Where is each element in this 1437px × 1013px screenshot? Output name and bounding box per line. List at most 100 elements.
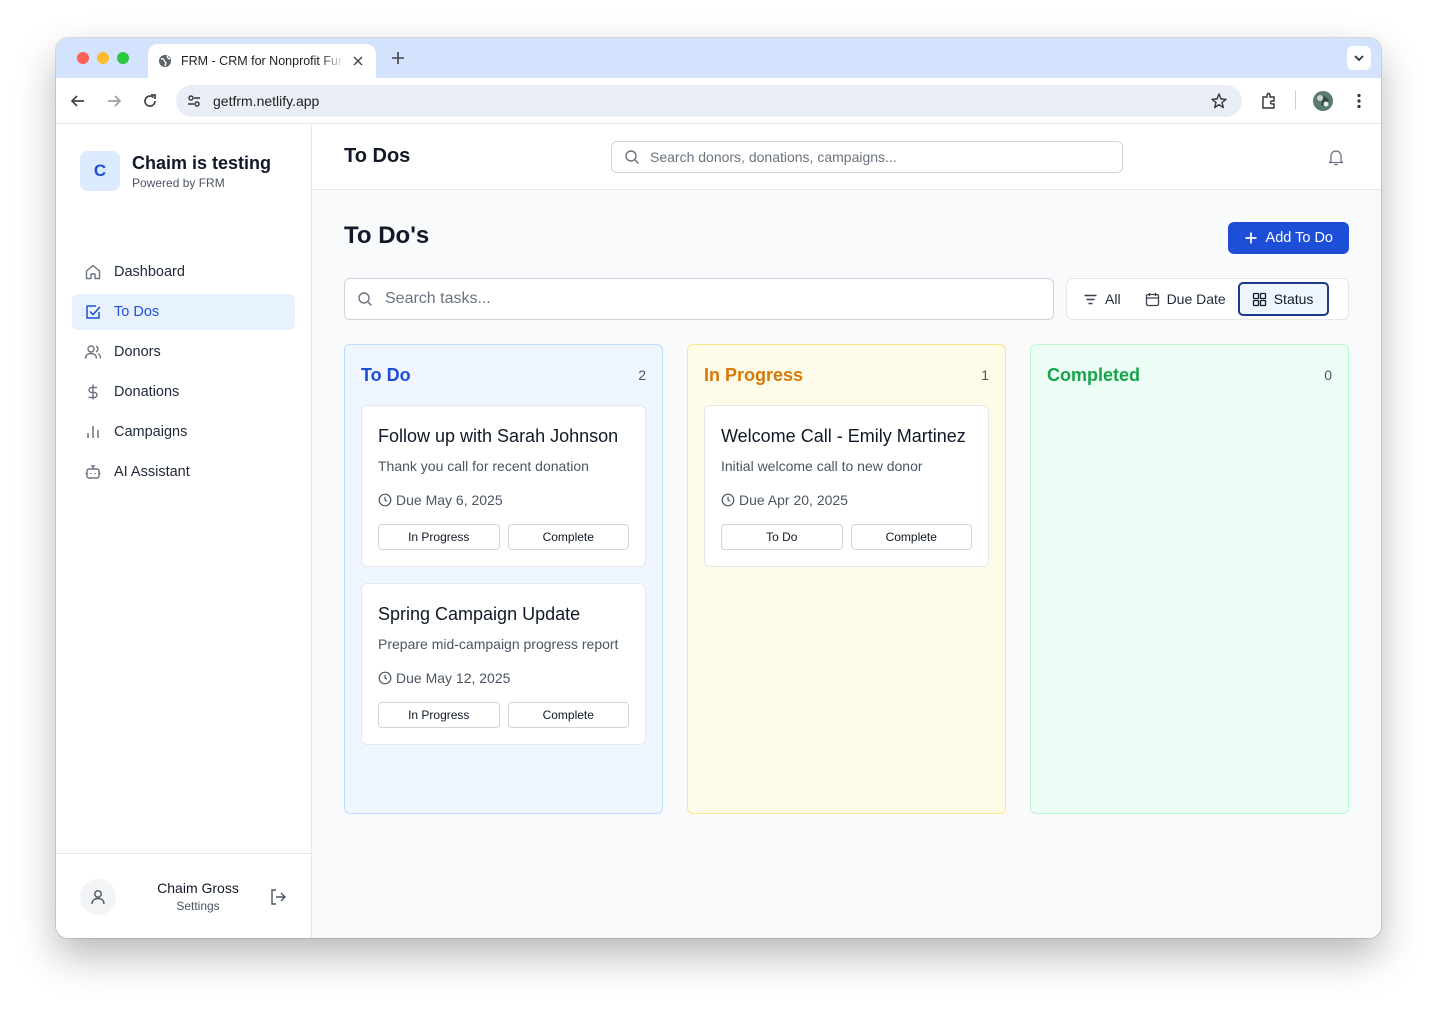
reload-icon[interactable] [141,92,159,110]
global-search-input[interactable] [650,149,1110,165]
task-due: Due Apr 20, 2025 [721,492,972,508]
logout-icon[interactable] [268,887,288,907]
sidebar-item-ai-assistant[interactable]: AI Assistant [72,454,295,490]
filter-due-date-label: Due Date [1166,291,1226,307]
task-card[interactable]: Spring Campaign Update Prepare mid-campa… [361,583,646,745]
complete-button[interactable]: Complete [850,524,972,550]
task-due-text: Due May 6, 2025 [396,492,503,508]
sidebar-item-donors[interactable]: Donors [72,334,295,370]
app: C Chaim is testing Powered by FRM Dashbo… [56,124,1381,938]
sidebar-item-label: To Dos [114,304,160,320]
task-title: Follow up with Sarah Johnson [378,426,619,446]
org-name: Chaim is testing [132,153,272,173]
task-search[interactable] [344,278,1054,320]
sidebar-item-label: Dashboard [114,264,185,280]
calendar-icon [1145,292,1160,307]
globe-icon [158,54,172,68]
column-title: Completed [1047,364,1141,385]
org-avatar: C [80,151,120,191]
more-vert-icon[interactable] [1350,92,1368,110]
users-icon [84,343,102,361]
sidebar-item-campaigns[interactable]: Campaigns [72,414,295,450]
filter-due-date-button[interactable]: Due Date [1133,282,1238,316]
column-count: 2 [638,367,646,383]
add-to-do-button[interactable]: Add To Do [1227,222,1349,254]
browser-tab[interactable]: FRM - CRM for Nonprofit Fundraising [148,44,376,78]
site-settings-icon[interactable] [185,92,203,110]
checkbox-icon [84,303,102,321]
main-content: To Dos To Do's Add To Do [312,124,1381,938]
column-count: 1 [981,367,989,383]
sidebar-nav: Dashboard To Dos Donors Donations Campai… [72,254,295,494]
grid-icon [1252,292,1267,307]
bot-icon [84,463,102,481]
search-icon [357,291,373,307]
task-card[interactable]: Welcome Call - Emily Martinez Initial we… [704,405,989,567]
maximize-window-button[interactable] [117,52,129,64]
column-title: To Do [361,364,411,385]
move-to-in-progress-button[interactable]: In Progress [378,702,500,728]
user-icon [91,890,105,905]
top-bar: To Dos [312,124,1381,190]
clock-icon [378,493,392,507]
tab-search-dropdown-icon[interactable] [1347,46,1371,70]
complete-button[interactable]: Complete [507,524,629,550]
bar-chart-icon [84,423,102,441]
task-title: Welcome Call - Emily Martinez [721,426,966,446]
clock-icon [378,671,392,685]
dollar-icon [84,383,102,401]
top-bar-title: To Dos [344,145,411,167]
column-to-do: To Do 2 Follow up with Sarah Johnson Tha… [344,344,663,814]
back-arrow-icon[interactable] [69,92,87,110]
sidebar-item-donations[interactable]: Donations [72,374,295,410]
filter-all-button[interactable]: All [1071,282,1133,316]
org-header: C Chaim is testing Powered by FRM [80,151,271,191]
sidebar-item-label: AI Assistant [114,464,190,480]
home-icon [84,263,102,281]
sidebar-item-label: Donors [114,344,161,360]
address-bar[interactable]: getfrm.netlify.app [176,85,1242,117]
sidebar-footer: Chaim Gross Settings [56,853,311,938]
global-search[interactable] [611,141,1123,173]
kanban-board: To Do 2 Follow up with Sarah Johnson Tha… [344,344,1349,814]
tab-title: FRM - CRM for Nonprofit Fundraising [181,54,344,68]
task-due-text: Due May 12, 2025 [396,670,511,686]
task-title: Spring Campaign Update [378,604,581,624]
page-title: To Do's [344,222,430,249]
move-to-in-progress-button[interactable]: In Progress [378,524,500,550]
profile-avatar[interactable] [1312,90,1334,112]
bookmark-star-icon[interactable] [1210,92,1228,110]
task-due: Due May 12, 2025 [378,670,629,686]
toolbar-divider [1295,90,1296,110]
new-tab-icon[interactable] [390,50,406,66]
filter-all-label: All [1105,291,1121,307]
plus-icon [1244,231,1258,245]
sidebar-item-label: Donations [114,384,180,400]
minimize-window-button[interactable] [97,52,109,64]
view-filter-group: All Due Date Status [1066,278,1349,320]
complete-button[interactable]: Complete [507,702,629,728]
column-in-progress: In Progress 1 Welcome Call - Emily Marti… [687,344,1006,814]
task-card[interactable]: Follow up with Sarah Johnson Thank you c… [361,405,646,567]
move-to-to-do-button[interactable]: To Do [721,524,843,550]
filter-icon [1083,292,1098,307]
bell-icon[interactable] [1327,148,1345,166]
sidebar-item-to-dos[interactable]: To Dos [72,294,295,330]
task-search-input[interactable] [385,290,1045,308]
extensions-icon[interactable] [1260,92,1278,110]
filter-status-label: Status [1273,291,1314,307]
sidebar-item-label: Campaigns [114,424,188,440]
close-tab-icon[interactable] [350,53,366,69]
user-avatar[interactable] [80,879,116,915]
forward-arrow-icon[interactable] [105,92,123,110]
task-due: Due May 6, 2025 [378,492,629,508]
task-due-text: Due Apr 20, 2025 [739,492,848,508]
close-window-button[interactable] [77,52,89,64]
filter-status-button[interactable]: Status [1237,282,1330,316]
settings-link[interactable]: Settings [132,899,264,913]
task-description: Thank you call for recent donation [378,458,589,474]
user-info[interactable]: Chaim Gross Settings [132,880,264,913]
column-title: In Progress [704,364,804,385]
sidebar: C Chaim is testing Powered by FRM Dashbo… [56,124,312,938]
sidebar-item-dashboard[interactable]: Dashboard [72,254,295,290]
